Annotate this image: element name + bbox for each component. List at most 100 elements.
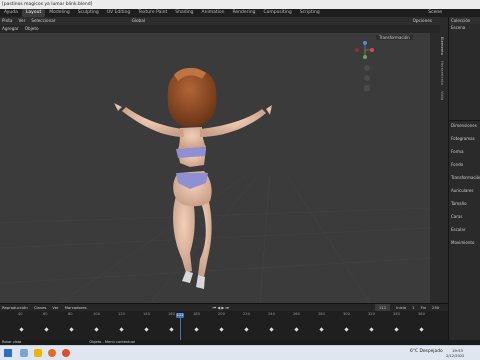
prop-label: Transformación [451, 175, 480, 180]
play-controls[interactable]: ⏮ ◀ ▶ ⏭ [213, 304, 229, 311]
tab-shading[interactable]: Shading [171, 9, 197, 17]
timeline-tick-label: 240 [268, 312, 275, 316]
navigation-gizmo[interactable] [354, 41, 376, 59]
keyframe-marker[interactable] [194, 327, 199, 332]
window-titlebar: [pastinos magicos ya lumar blink.blend] [0, 0, 480, 9]
n-panel-tabs: Elemento Herramienta Vista [440, 33, 448, 303]
timeline-tick-label: 160 [168, 312, 175, 316]
properties-editor: Dimensiones Fotogramas Forma Fondo Trans… [449, 121, 480, 247]
3d-viewport[interactable]: Transformación [0, 33, 430, 303]
timeline-tick-label: 320 [368, 312, 375, 316]
end-label: Fin [420, 305, 427, 310]
camera-view-icon[interactable] [364, 85, 370, 91]
menu-item-ayuda[interactable]: Ayuda [0, 9, 22, 17]
outliner-title[interactable]: Colección [449, 17, 480, 24]
tab-herramienta[interactable]: Herramienta [440, 61, 445, 85]
weather-widget[interactable]: 6°C Despejado [410, 349, 443, 354]
timeline-menu[interactable]: Ver [52, 304, 58, 311]
file-explorer-icon[interactable] [34, 349, 42, 357]
transform-orientation-select[interactable]: Global [132, 17, 145, 25]
end-frame[interactable]: 250 [432, 304, 439, 311]
menubar: Ayuda Layout Modeling Sculpting UV Editi… [0, 9, 480, 17]
clock-date[interactable]: 2/12/2022 [446, 354, 464, 358]
menu-ver[interactable]: Ver [18, 17, 25, 25]
tab-compositing[interactable]: Compositing [259, 9, 295, 17]
prop-label: Caras [451, 214, 463, 219]
timeline-ruler[interactable]: 40 60 80 100 120 140 160 180 200 220 240 260 280 300 3… [0, 311, 448, 318]
timeline-tick-label: 200 [218, 312, 225, 316]
keyframe-marker[interactable] [94, 327, 99, 332]
tab-vista[interactable]: Vista [440, 91, 445, 100]
pan-icon[interactable] [364, 75, 370, 81]
viewport-canvas [0, 67, 430, 303]
outliner-tree[interactable] [449, 31, 480, 121]
viewport-header: Agregar Objeto [0, 25, 440, 33]
timeline-tick-label: 40 [18, 312, 23, 316]
keyframe-marker[interactable] [44, 327, 49, 332]
keyframe-marker[interactable] [394, 327, 399, 332]
keyframe-marker[interactable] [144, 327, 149, 332]
current-frame[interactable]: 111 [374, 304, 391, 311]
browser-icon[interactable] [62, 349, 70, 357]
keyframe-marker[interactable] [294, 327, 299, 332]
start-frame[interactable]: 1 [412, 304, 414, 311]
prop-label: Escalar [451, 227, 466, 232]
prop-label: Tamaño [451, 201, 467, 206]
tab-texture-paint[interactable]: Texture Paint [134, 9, 171, 17]
timeline-header: Reproducción Claves Ver Marcadores ⏮ ◀ ▶… [0, 304, 448, 311]
outliner-scene[interactable]: Escena [449, 24, 480, 31]
tab-layout[interactable]: Layout [21, 9, 46, 17]
header-toolbar: Pinta Ver Seleccionar Global Opciones [0, 17, 440, 25]
windows-start-icon[interactable] [4, 349, 12, 357]
scene-selector[interactable]: Scene [428, 9, 442, 17]
timeline-menu[interactable]: Marcadores [65, 304, 87, 311]
timeline-tick-label: 140 [143, 312, 150, 316]
keyframe-marker[interactable] [344, 327, 349, 332]
tab-modeling[interactable]: Modeling [45, 9, 73, 17]
tab-animation[interactable]: Animation [198, 9, 229, 17]
keyframe-marker[interactable] [369, 327, 374, 332]
n-panel-header[interactable]: Transformación [376, 35, 413, 40]
timeline-tick-label: 300 [343, 312, 350, 316]
keyframe-marker[interactable] [19, 327, 24, 332]
timeline-tick-label: 360 [418, 312, 425, 316]
zoom-icon[interactable] [364, 65, 370, 71]
keyframe-marker[interactable] [269, 327, 274, 332]
mode-selector[interactable]: Pinta [2, 17, 12, 25]
timeline-tick-label: 340 [393, 312, 400, 316]
menu-seleccionar[interactable]: Seleccionar [31, 17, 55, 25]
keyframe-marker[interactable] [69, 327, 74, 332]
keyframe-marker[interactable] [119, 327, 124, 332]
keyframe-marker[interactable] [419, 327, 424, 332]
prop-label: Forma [451, 149, 464, 154]
keyframe-marker[interactable] [219, 327, 224, 332]
keyframe-area[interactable] [0, 324, 448, 338]
keyframe-marker[interactable] [169, 327, 174, 332]
options-dropdown[interactable]: Opciones [413, 17, 432, 25]
prop-label: Movimiento [451, 240, 475, 245]
tab-rendering[interactable]: Rendering [228, 9, 259, 17]
timeline-menu[interactable]: Claves [34, 304, 47, 311]
timeline-editor[interactable]: Reproducción Claves Ver Marcadores ⏮ ◀ ▶… [0, 303, 448, 340]
prop-label: Fotogramas [451, 136, 475, 141]
tab-elemento[interactable]: Elemento [440, 37, 445, 55]
timeline-tick-label: 260 [293, 312, 300, 316]
menu-objeto[interactable]: Objeto [25, 25, 39, 33]
keyframe-marker[interactable] [244, 327, 249, 332]
tab-uv-editing[interactable]: UV Editing [103, 9, 134, 17]
clock-time[interactable]: 19:53 [452, 348, 463, 353]
windows-taskbar: 6°C Despejado 19:53 2/12/2022 [0, 345, 480, 360]
blender-icon[interactable] [48, 349, 56, 357]
menu-agregar[interactable]: Agregar [2, 25, 19, 33]
prop-label: Fondo [451, 162, 464, 167]
tab-sculpting[interactable]: Sculpting [74, 9, 103, 17]
timeline-tick-label: 60 [43, 312, 48, 316]
timeline-tick-label: 180 [193, 312, 200, 316]
prop-label: Dimensiones [451, 123, 477, 128]
window-title: [pastinos magicos ya lumar blink.blend] [2, 2, 93, 7]
tab-scripting[interactable]: Scripting [296, 9, 324, 17]
timeline-tick-label: 80 [68, 312, 73, 316]
search-icon[interactable] [20, 349, 28, 357]
timeline-menu[interactable]: Reproducción [2, 304, 28, 311]
keyframe-marker[interactable] [319, 327, 324, 332]
